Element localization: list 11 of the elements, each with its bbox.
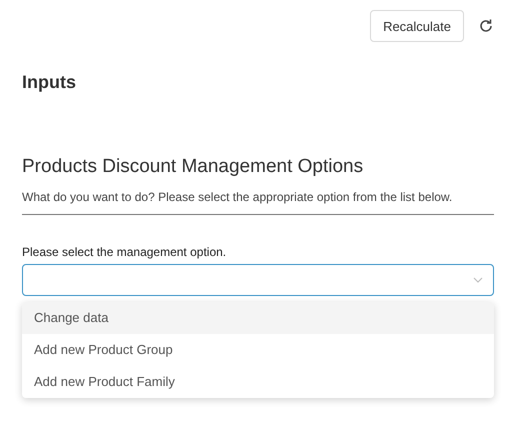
recalculate-button[interactable]: Recalculate — [370, 10, 464, 42]
field-label: Please select the management option. — [22, 245, 228, 259]
section-description: What do you want to do? Please select the appropriate option from the list below. — [22, 190, 494, 215]
chevron-down-icon — [473, 277, 483, 283]
refresh-icon[interactable] — [478, 18, 494, 34]
dropdown-option[interactable]: Change data — [22, 302, 494, 334]
dropdown-option[interactable]: Add new Product Group — [22, 334, 494, 366]
select-field[interactable] — [22, 264, 494, 296]
dropdown-option[interactable]: Add new Product Family — [22, 366, 494, 398]
section-title: Products Discount Management Options — [22, 156, 364, 178]
inputs-heading: Inputs — [22, 72, 77, 93]
